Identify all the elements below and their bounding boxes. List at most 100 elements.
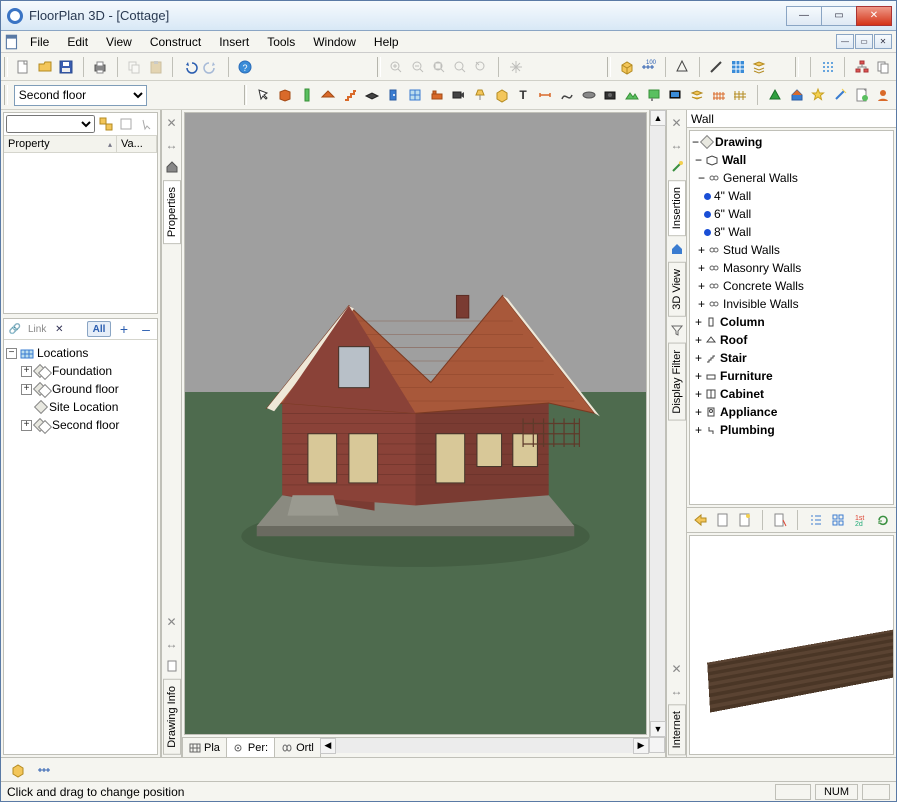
wall-tool-button[interactable] — [275, 84, 295, 106]
menu-view[interactable]: View — [97, 31, 141, 52]
vtab-house-icon[interactable] — [669, 241, 685, 257]
vtab-drawing-info[interactable]: Drawing Info — [163, 679, 181, 755]
tree-collapse[interactable]: − — [698, 171, 705, 185]
floor-select[interactable]: Second floor — [14, 85, 147, 106]
vtab-close-icon[interactable]: ✕ — [164, 115, 180, 131]
lib-open-button[interactable] — [712, 509, 732, 531]
3d-viewport[interactable] — [184, 112, 647, 735]
lib-cat[interactable]: Roof — [720, 333, 747, 347]
lib-list1-button[interactable] — [805, 509, 825, 531]
maximize-button[interactable]: ▭ — [821, 6, 857, 26]
doc-stack-button[interactable] — [874, 56, 893, 78]
profile-button[interactable] — [874, 84, 894, 106]
lib-refresh-button[interactable] — [873, 509, 893, 531]
scroll-down-button[interactable]: ▼ — [650, 721, 666, 737]
vtab-doc-icon[interactable] — [164, 658, 180, 674]
link-toggle[interactable]: 🔗 — [6, 321, 24, 337]
lib-wall[interactable]: Wall — [722, 153, 746, 167]
tree-expand[interactable]: + — [21, 420, 32, 431]
terrain-tool-button[interactable] — [622, 84, 642, 106]
line-tool-button[interactable] — [707, 56, 726, 78]
layer-button[interactable] — [749, 56, 768, 78]
prop-icon-1[interactable] — [97, 116, 115, 132]
roof-tool-button[interactable] — [318, 84, 338, 106]
property-filter-select[interactable] — [6, 115, 95, 133]
viewtab-plan[interactable]: Pla — [182, 737, 227, 757]
menu-help[interactable]: Help — [365, 31, 408, 52]
property-grid[interactable] — [4, 153, 157, 313]
furniture-tool-button[interactable] — [427, 84, 447, 106]
menu-file[interactable]: File — [21, 31, 58, 52]
prop-col-value[interactable]: Va... — [117, 136, 157, 152]
vtab-internet[interactable]: Internet — [668, 704, 686, 755]
lib-list2-button[interactable] — [828, 509, 848, 531]
dim-tool-button[interactable] — [535, 84, 555, 106]
wand-button[interactable] — [830, 84, 850, 106]
fence2-tool-button[interactable] — [731, 84, 751, 106]
delete-button[interactable]: ✕ — [50, 321, 68, 337]
vtab-close-icon[interactable]: ✕ — [669, 115, 685, 131]
scroll-left-button[interactable]: ◀ — [320, 738, 336, 754]
tree-expand[interactable]: + — [698, 243, 705, 257]
copy-button[interactable] — [125, 56, 144, 78]
layers-tool-button[interactable] — [687, 84, 707, 106]
scroll-up-button[interactable]: ▲ — [650, 110, 666, 126]
vtab-insertion[interactable]: Insertion — [668, 180, 686, 236]
tv-tool-button[interactable] — [665, 84, 685, 106]
slab-tool-button[interactable] — [362, 84, 382, 106]
window-tool-button[interactable] — [405, 84, 425, 106]
box-tool-button[interactable] — [492, 84, 512, 106]
menu-construct[interactable]: Construct — [141, 31, 210, 52]
paint-tool-button[interactable] — [644, 84, 664, 106]
lib-nav-back-button[interactable] — [690, 509, 710, 531]
filter-all-button[interactable]: All — [87, 321, 111, 337]
menu-tools[interactable]: Tools — [258, 31, 304, 52]
bottom-measure-button[interactable] — [33, 759, 55, 781]
newdoc-button[interactable] — [852, 84, 872, 106]
save-button[interactable] — [56, 56, 75, 78]
vtab-properties[interactable]: Properties — [163, 180, 181, 244]
pan-button[interactable] — [506, 56, 525, 78]
tree-expand[interactable]: + — [698, 261, 705, 275]
tree-expand[interactable]: + — [21, 366, 32, 377]
add-location-button[interactable]: + — [115, 321, 133, 337]
lib-new-button[interactable] — [735, 509, 755, 531]
tree-expand[interactable]: + — [695, 423, 702, 437]
light-tool-button[interactable] — [470, 84, 490, 106]
new-button[interactable] — [14, 56, 33, 78]
prop-col-property[interactable]: Property▴ — [4, 136, 117, 152]
disk-tool-button[interactable] — [579, 84, 599, 106]
tree-expand[interactable]: + — [695, 333, 702, 347]
vtab-filter-icon[interactable] — [669, 322, 685, 338]
tree-expand[interactable]: + — [21, 384, 32, 395]
vtab-3dview[interactable]: 3D View — [668, 262, 686, 317]
tree-expand[interactable]: + — [698, 279, 705, 293]
tree-collapse[interactable]: − — [695, 153, 702, 167]
menu-window[interactable]: Window — [304, 31, 365, 52]
viewtab-ortho[interactable]: Ortl — [274, 737, 321, 757]
prop-icon-3[interactable] — [137, 116, 155, 132]
prop-icon-2[interactable] — [117, 116, 135, 132]
lib-sort-button[interactable]: 1st2d — [850, 509, 870, 531]
stair-tool-button[interactable] — [340, 84, 360, 106]
library-preview[interactable] — [689, 535, 894, 755]
vtab-arrows-icon[interactable]: ↔ — [164, 137, 180, 153]
star-button[interactable] — [808, 84, 828, 106]
vtab-wand-icon[interactable] — [669, 159, 685, 175]
vtab-displayfilter[interactable]: Display Filter — [668, 343, 686, 421]
lib-item[interactable]: 6" Wall — [714, 207, 751, 221]
bottom-box-button[interactable] — [7, 759, 29, 781]
tree-expand[interactable]: + — [695, 315, 702, 329]
vtab-close-icon[interactable]: ✕ — [669, 661, 685, 677]
column-tool-button[interactable] — [297, 84, 317, 106]
lib-group[interactable]: Invisible Walls — [723, 297, 799, 311]
zoom-region-button[interactable] — [450, 56, 469, 78]
hierarchy-button[interactable] — [852, 56, 871, 78]
lib-group[interactable]: Stud Walls — [723, 243, 780, 257]
lib-cat[interactable]: Plumbing — [720, 423, 775, 437]
level-up-button[interactable] — [672, 56, 691, 78]
minimize-button[interactable]: — — [786, 6, 822, 26]
lib-item[interactable]: 4" Wall — [714, 189, 751, 203]
open-button[interactable] — [35, 56, 54, 78]
lib-cat[interactable]: Cabinet — [720, 387, 764, 401]
